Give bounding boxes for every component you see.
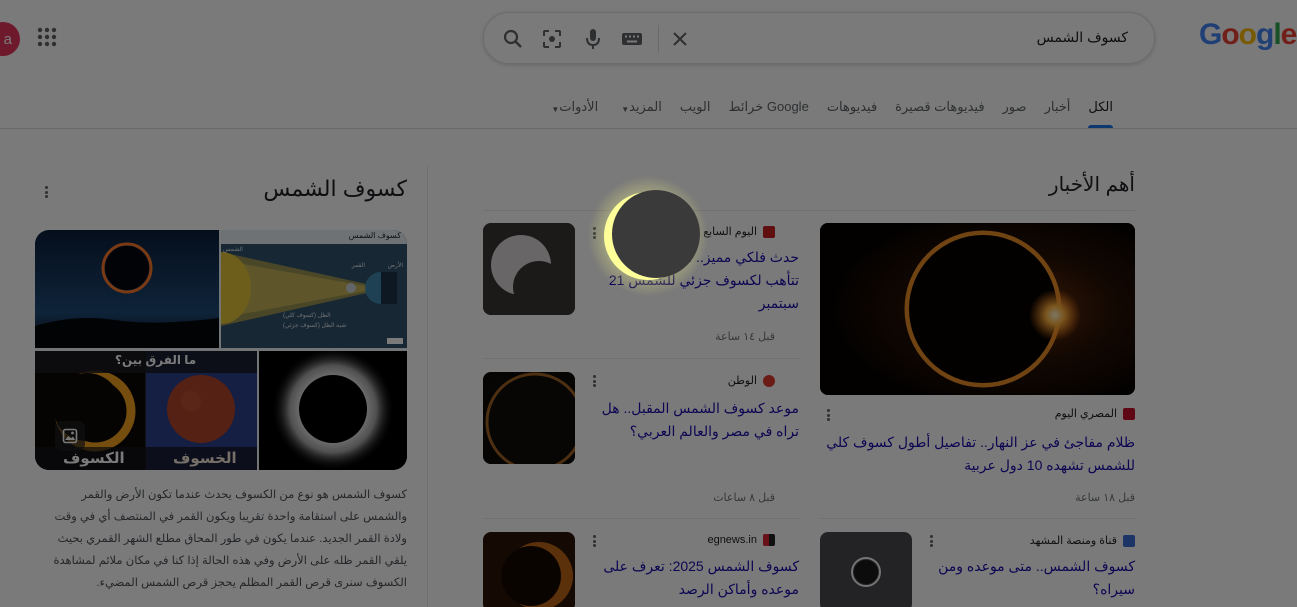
tab-label: خرائط Google bbox=[728, 99, 809, 114]
search-divider bbox=[658, 25, 659, 53]
news-headline[interactable]: كسوف الشمس.. متى موعده ومن سيراه؟ bbox=[925, 555, 1135, 601]
news-headline[interactable]: موعد كسوف الشمس المقبل.. هل تراه في مصر … bbox=[594, 397, 799, 443]
news-thumbnail[interactable] bbox=[483, 223, 575, 315]
chevron-down-icon: ▼ bbox=[621, 105, 630, 114]
image-eclipse-comparison[interactable]: ما الفرق بين؟ الكسوف الخسوف bbox=[35, 351, 257, 470]
column-divider bbox=[427, 165, 428, 607]
news-timestamp: قبل ١٨ ساعة bbox=[1075, 492, 1135, 504]
more-options-icon[interactable] bbox=[928, 533, 934, 549]
knowledge-panel-images: كسوف الشمس الأرض القمر الشمس الظل (كسوف … bbox=[35, 230, 407, 470]
diagram-title: كسوف الشمس bbox=[348, 231, 401, 240]
compare-title: ما الفرق بين؟ bbox=[115, 353, 197, 367]
tab-label: الويب bbox=[679, 99, 711, 114]
diagram-label-penumbra: شبه الظل (كسوف جزئي) bbox=[283, 323, 347, 329]
tab-tools[interactable]: ▼ الأدوات bbox=[537, 99, 607, 129]
news-card-image[interactable] bbox=[820, 223, 1135, 395]
image-eclipse-landscape[interactable] bbox=[35, 230, 219, 348]
diagram-label-sun: الشمس bbox=[223, 247, 243, 253]
tab-label: الكل bbox=[1088, 99, 1113, 114]
source-name: الوطن bbox=[727, 375, 757, 387]
news-source: egnews.in bbox=[707, 534, 775, 546]
diagram-label-earth: الأرض bbox=[387, 263, 403, 269]
lunar-eclipse-label: الخسوف bbox=[173, 450, 237, 467]
source-favicon bbox=[1123, 407, 1135, 420]
avatar-letter: a bbox=[3, 30, 12, 48]
knowledge-panel-title: كسوف الشمس bbox=[263, 176, 407, 201]
news-divider bbox=[483, 210, 1135, 211]
tab-label: صور bbox=[1002, 99, 1027, 114]
google-apps-icon[interactable] bbox=[36, 26, 58, 48]
solar-eclipse-label: الكسوف bbox=[63, 450, 125, 467]
source-name: المصري اليوم bbox=[1054, 408, 1117, 420]
news-thumbnail[interactable] bbox=[483, 532, 575, 607]
news-headline[interactable]: كسوف الشمس 2025: تعرف على موعده وأماكن ا… bbox=[594, 555, 799, 601]
tab-label: المزيد bbox=[629, 99, 662, 114]
news-timestamp: قبل ٨ ساعات bbox=[713, 492, 775, 504]
google-logo[interactable]: Google bbox=[1199, 18, 1297, 52]
news-divider bbox=[820, 518, 1135, 519]
knowledge-panel-description: كسوف الشمس هو نوع من الكسوف يحدث عندما ت… bbox=[53, 489, 407, 589]
more-options-icon[interactable] bbox=[591, 225, 597, 241]
tab-videos[interactable]: فيديوهات bbox=[818, 99, 886, 129]
tab-label: الأدوات bbox=[559, 99, 599, 114]
news-timestamp: قبل ١٤ ساعة bbox=[715, 331, 775, 343]
search-box[interactable]: كسوف الشمس bbox=[483, 12, 1155, 64]
tab-web[interactable]: الويب bbox=[671, 99, 720, 129]
news-headline[interactable]: ظلام مفاجئ في عز النهار.. تفاصيل أطول كس… bbox=[820, 431, 1135, 477]
tab-label: فيديوهات قصيرة bbox=[895, 99, 985, 114]
diagram-label-moon: القمر bbox=[351, 263, 365, 269]
tabs-divider bbox=[0, 128, 1297, 129]
search-tabs: الكل أخبار صور فيديوهات قصيرة فيديوهات خ… bbox=[537, 99, 1122, 129]
news-headline[interactable]: حدث فلكي مميز.. الكرة الأرضية تتأهب لكسو… bbox=[594, 246, 799, 315]
news-divider bbox=[483, 518, 799, 519]
source-favicon bbox=[1123, 534, 1135, 547]
image-eclipse-corona[interactable] bbox=[259, 351, 407, 470]
news-source: قناة ومنصة المشهد bbox=[1030, 534, 1135, 547]
tab-label: فيديوهات bbox=[826, 99, 878, 114]
lens-icon[interactable] bbox=[539, 26, 565, 52]
news-thumbnail[interactable] bbox=[483, 372, 575, 464]
source-name: قناة ومنصة المشهد bbox=[1029, 535, 1117, 547]
more-options-icon[interactable] bbox=[591, 373, 597, 389]
tab-more[interactable]: ▼ المزيد bbox=[607, 99, 671, 129]
more-options-icon[interactable] bbox=[825, 407, 831, 423]
news-source: المصري اليوم bbox=[1055, 407, 1135, 420]
image-eclipse-diagram[interactable]: كسوف الشمس الأرض القمر الشمس الظل (كسوف … bbox=[221, 230, 407, 348]
diagram-label-umbra: الظل (كسوف كلي) bbox=[283, 313, 331, 319]
microphone-icon[interactable] bbox=[580, 26, 606, 52]
chevron-down-icon: ▼ bbox=[551, 105, 560, 114]
source-name: اليوم السابع bbox=[703, 226, 757, 238]
top-stories-heading: أهم الأخبار bbox=[1048, 174, 1135, 196]
source-favicon bbox=[763, 534, 775, 546]
news-divider bbox=[483, 358, 799, 359]
news-source: الوطن bbox=[728, 374, 775, 387]
source-name: egnews.in bbox=[707, 534, 757, 546]
tab-news[interactable]: أخبار bbox=[1036, 99, 1080, 129]
tab-maps[interactable]: خرائط Google bbox=[719, 99, 817, 129]
more-options-icon[interactable] bbox=[43, 184, 49, 200]
clear-icon[interactable] bbox=[667, 26, 693, 52]
tab-images[interactable]: صور bbox=[994, 99, 1036, 129]
search-input[interactable]: كسوف الشمس bbox=[1037, 29, 1128, 46]
news-source: اليوم السابع bbox=[703, 225, 775, 238]
tab-label: أخبار bbox=[1044, 99, 1071, 114]
source-favicon bbox=[763, 225, 775, 238]
source-favicon bbox=[763, 374, 775, 387]
tab-all[interactable]: الكل bbox=[1079, 99, 1122, 129]
more-images-icon[interactable] bbox=[55, 421, 85, 451]
keyboard-icon[interactable] bbox=[619, 26, 645, 52]
more-options-icon[interactable] bbox=[591, 533, 597, 549]
account-avatar[interactable]: a bbox=[0, 22, 20, 56]
news-thumbnail[interactable] bbox=[820, 532, 912, 607]
search-icon[interactable] bbox=[500, 26, 526, 52]
tab-short-videos[interactable]: فيديوهات قصيرة bbox=[886, 99, 993, 129]
